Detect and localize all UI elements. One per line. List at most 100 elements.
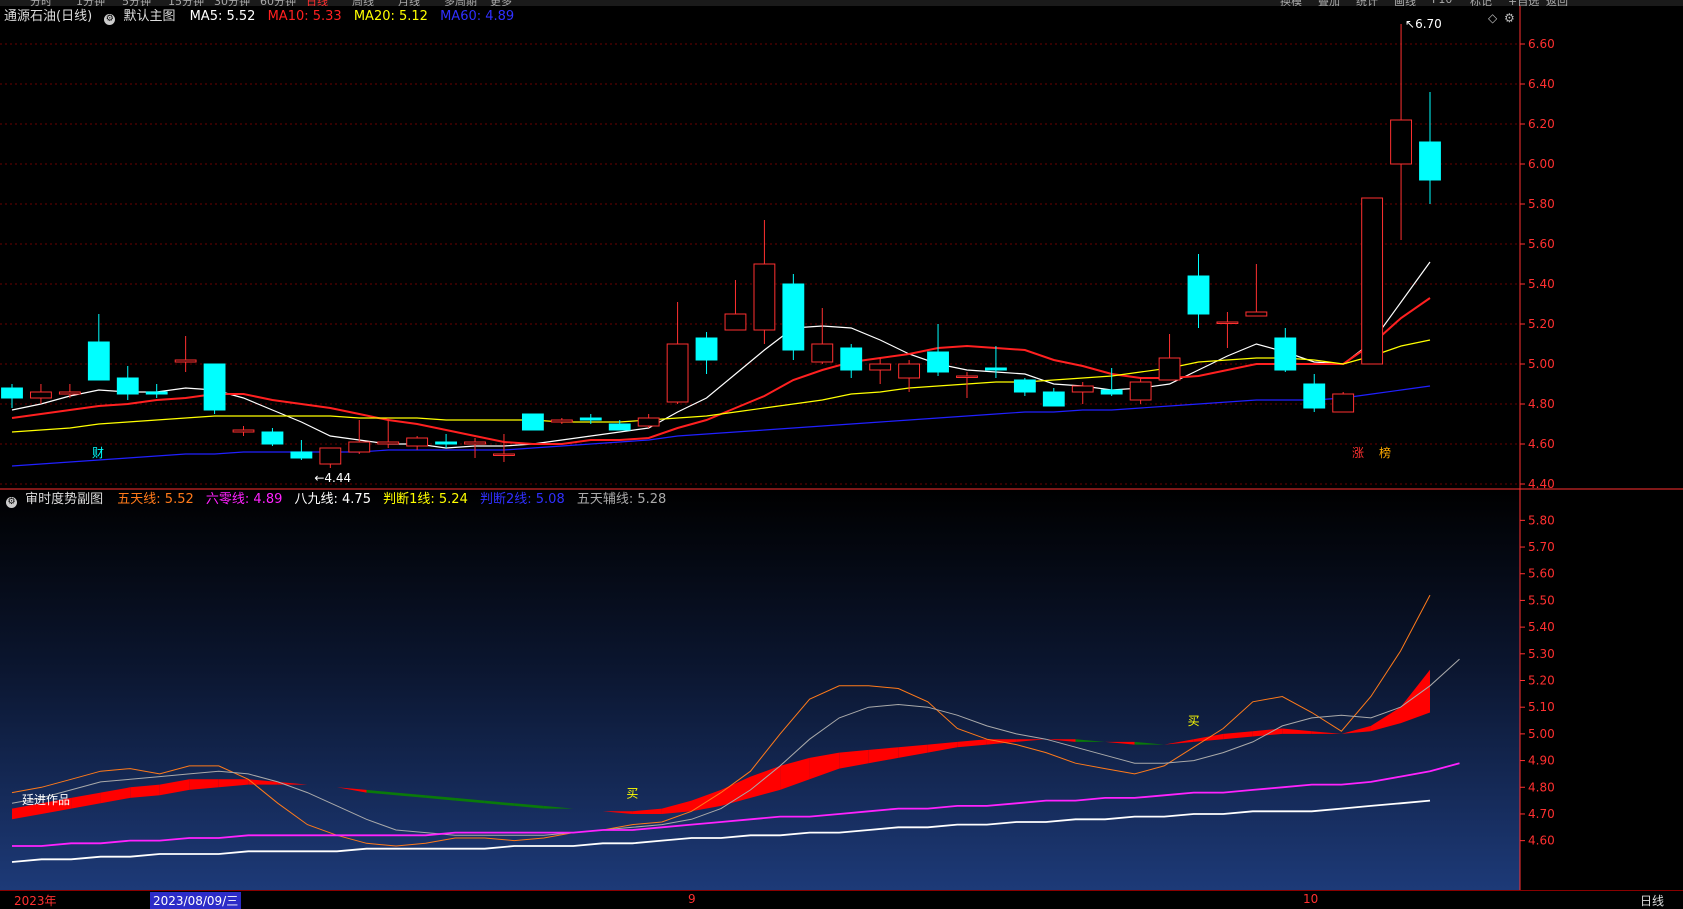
- date-axis: 2023年 2023/08/09/三 9 10 日线: [0, 890, 1683, 909]
- candle-body: [724, 313, 747, 331]
- price-tick-label: 5.80: [1528, 197, 1555, 211]
- candle-body: [1187, 275, 1210, 315]
- candle-body: [753, 263, 776, 331]
- marker-zhang: 涨: [1352, 445, 1364, 460]
- candle-body: [464, 441, 486, 445]
- month-10-label: 10: [1303, 892, 1319, 906]
- ma10-label: MA10: 5.33: [267, 9, 342, 24]
- sub-tick-label: 5.50: [1528, 593, 1555, 607]
- candle-body: [1100, 389, 1123, 395]
- period-tab[interactable]: 日线: [1640, 892, 1664, 909]
- candle-body: [1, 387, 23, 399]
- price-tick-label: 4.80: [1528, 397, 1555, 411]
- candle-body: [1303, 383, 1326, 409]
- price-tick-label: 5.00: [1528, 357, 1555, 371]
- price-tick-label: 5.40: [1528, 277, 1555, 291]
- candle-body: [1216, 321, 1239, 324]
- candle-body: [58, 391, 81, 395]
- candle-body: [1042, 391, 1065, 407]
- sub-tick-label: 4.70: [1528, 807, 1555, 821]
- sub-tick-label: 4.60: [1528, 834, 1555, 848]
- price-tick-label: 4.60: [1528, 437, 1555, 451]
- price-tick-label: 5.60: [1528, 237, 1555, 251]
- candle-body: [898, 363, 921, 379]
- candle-body: [985, 367, 1007, 371]
- marker-cai: 财: [92, 446, 104, 460]
- candle-body: [956, 375, 978, 378]
- price-tick-label: 6.60: [1528, 37, 1555, 51]
- candle-body: [550, 419, 573, 423]
- candle-body: [348, 441, 371, 453]
- year-label: 2023年: [14, 894, 57, 908]
- candle-body: [1129, 381, 1152, 401]
- ma20-label: MA20: 5.12: [353, 9, 428, 24]
- stock-title: 通源石油(日线): [4, 9, 93, 24]
- sub-tick-label: 4.90: [1528, 754, 1555, 768]
- sub-tick-label: 5.70: [1528, 540, 1555, 554]
- candle-body: [1332, 393, 1355, 413]
- settings-icon[interactable]: ⚙: [104, 14, 116, 25]
- buy-signal-label: 买: [1188, 714, 1200, 728]
- main-price-chart[interactable]: 4.40 4.60 4.80 5.00 5.20 5.40 5.60 5.80 6.00 6.20…: [0, 6, 1683, 490]
- candle-body: [87, 341, 110, 381]
- cursor-date: 2023/08/09/三: [150, 892, 242, 909]
- price-tick-label: 6.40: [1528, 77, 1555, 91]
- sub-tick-label: 5.40: [1528, 620, 1555, 634]
- candle-body: [579, 417, 602, 421]
- candle-body: [869, 363, 892, 371]
- marker-bang: 榜: [1379, 445, 1391, 460]
- candle-body: [435, 441, 457, 445]
- month-9-label: 9: [688, 892, 696, 906]
- settings-small-icon: ⚙: [1504, 11, 1515, 25]
- candle-body: [261, 431, 284, 445]
- candle-body: [145, 391, 168, 395]
- candle-body: [1158, 357, 1181, 381]
- price-tick-label: 4.40: [1528, 477, 1555, 490]
- candle-body: [319, 447, 342, 465]
- candle-body: [637, 417, 660, 427]
- candle-body: [232, 429, 255, 433]
- candle-body: [1419, 141, 1441, 181]
- high-price-label: ↖6.70: [1405, 17, 1442, 31]
- candle-body: [521, 413, 544, 431]
- line-label-j1: 判断1线: 5.24: [383, 492, 468, 507]
- candle-body: [840, 347, 863, 371]
- line-label-60: 六零线: 4.89: [205, 492, 283, 507]
- sub-tick-label: 5.00: [1528, 727, 1555, 741]
- main-legend: 通源石油(日线) ⚙ 默认主图 MA5: 5.52 MA10: 5.33 MA2…: [4, 8, 522, 26]
- line-label-5aux: 五天辅线: 5.28: [576, 492, 667, 507]
- sub-tick-label: 5.20: [1528, 673, 1555, 687]
- candle-body: [1013, 379, 1036, 393]
- buy-signal-label: 买: [626, 786, 638, 800]
- candle-body: [493, 453, 515, 456]
- candle-body: [30, 391, 52, 399]
- candle-body: [1245, 311, 1268, 317]
- candle-body: [927, 351, 949, 373]
- line-label-5: 五天线: 5.52: [117, 492, 194, 507]
- candle-body: [608, 423, 631, 431]
- settings-icon[interactable]: ⚙: [6, 497, 17, 508]
- indicator-title[interactable]: 审时度势副图: [25, 492, 103, 507]
- price-tick-label: 5.20: [1528, 317, 1555, 331]
- sub-indicator-chart[interactable]: 4.60 4.70 4.80 4.90 5.00 5.10 5.20 5.30 5.40 5.50…: [0, 490, 1683, 890]
- template-label[interactable]: 默认主图: [123, 9, 175, 24]
- candle-body: [811, 343, 834, 363]
- candle-body: [116, 377, 139, 395]
- candle-body: [1071, 385, 1094, 393]
- candle-body: [1390, 119, 1412, 165]
- line-label-89: 八九线: 4.75: [294, 492, 371, 507]
- diamond-icon: ◇: [1488, 11, 1498, 25]
- candle-body: [377, 441, 400, 445]
- sub-legend: ⚙ 审时度势副图 五天线: 5.52 六零线: 4.89 八九线: 4.75 判…: [4, 491, 674, 509]
- candle-body: [1274, 337, 1297, 371]
- candle-body: [1361, 197, 1384, 365]
- candle-body: [666, 343, 689, 403]
- price-tick-label: 6.20: [1528, 117, 1555, 131]
- sub-tick-label: 5.60: [1528, 567, 1555, 581]
- price-tick-label: 6.00: [1528, 157, 1555, 171]
- candle-body: [290, 451, 313, 459]
- ma5-label: MA5: 5.52: [189, 9, 256, 24]
- candle-body: [782, 283, 805, 351]
- main-bg: [0, 6, 1683, 490]
- sub-tick-label: 5.10: [1528, 700, 1555, 714]
